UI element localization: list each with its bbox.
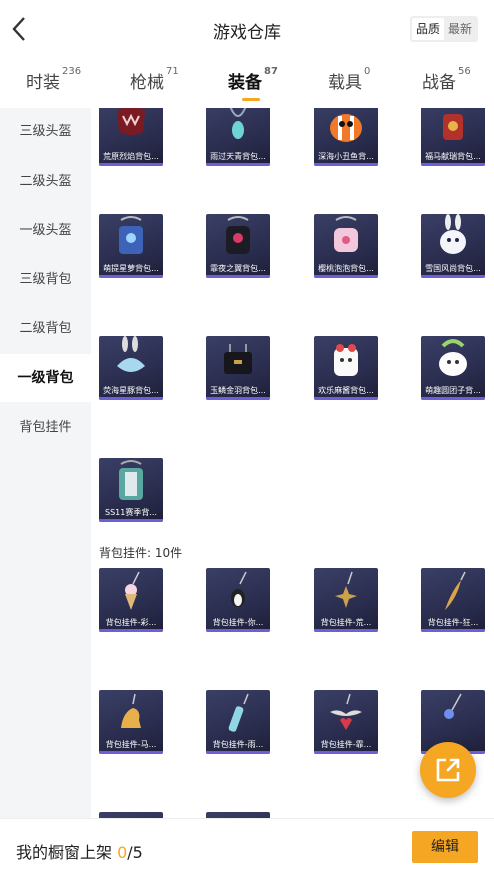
gem-charm-icon bbox=[444, 693, 462, 719]
sidebar-item-backpack-1[interactable]: 一级背包 bbox=[0, 354, 91, 402]
bottom-bar: 我的橱窗上架 0/5 编辑 bbox=[0, 818, 494, 875]
sort-toggle[interactable]: 品质 最新 bbox=[409, 16, 478, 42]
card-label: 背包挂件-霏... bbox=[320, 740, 372, 749]
backpack-card[interactable]: 萌趣圆团子背... bbox=[421, 336, 485, 400]
horse-backpack-icon bbox=[443, 114, 463, 140]
black-handbag-icon bbox=[224, 344, 252, 374]
card-label: 萌提星萝背包... bbox=[103, 264, 159, 273]
backpack-card[interactable]: 樱桃泡泡背包... bbox=[314, 214, 378, 278]
backpack-card[interactable]: 欢乐麻酱背包... bbox=[314, 336, 378, 400]
sidebar-item-backpack-charms[interactable]: 背包挂件 bbox=[0, 404, 91, 452]
charm-card[interactable]: 背包挂件-荒... bbox=[314, 568, 378, 632]
clownfish-backpack-icon bbox=[330, 114, 362, 142]
card-label: 福马献瑞背包... bbox=[425, 152, 481, 161]
backpack-card[interactable]: 雨过天青背包... bbox=[206, 108, 270, 166]
backpack-card[interactable]: 福马献瑞背包... bbox=[421, 108, 485, 166]
tab-combat-supplies[interactable]: 战备56 bbox=[422, 66, 471, 93]
bat-heart-charm-icon bbox=[330, 693, 362, 730]
backpack-card[interactable]: 雪国风尚背包... bbox=[421, 214, 485, 278]
edit-button[interactable]: 编辑 bbox=[412, 831, 478, 863]
backpack-card[interactable]: 深海小丑鱼背... bbox=[314, 108, 378, 166]
header: 游戏仓库 品质 最新 bbox=[0, 0, 494, 58]
card-label: 欢乐麻酱背包... bbox=[318, 386, 374, 395]
card-label: 雨过天青背包... bbox=[210, 152, 266, 161]
sidebar-item-helmet-1[interactable]: 一级头盔 bbox=[0, 207, 91, 255]
card-label: 荧海星豚背包... bbox=[103, 386, 159, 395]
card-label: 霏夜之翼背包... bbox=[210, 264, 266, 273]
backpack-card[interactable]: 玉鳞金羽背包... bbox=[206, 336, 270, 400]
card-label: 萌趣圆团子背... bbox=[425, 386, 481, 395]
card-label: 背包挂件-彩... bbox=[105, 618, 157, 627]
sort-latest[interactable]: 最新 bbox=[444, 18, 476, 40]
backpack-card[interactable]: 荒原烈焰背包... bbox=[99, 108, 163, 166]
sesame-bunny-backpack-icon bbox=[334, 344, 358, 376]
bunny-backpack-icon bbox=[440, 214, 466, 254]
share-button[interactable] bbox=[420, 742, 476, 798]
charm-card[interactable]: 背包挂件-霏... bbox=[314, 690, 378, 754]
sort-quality[interactable]: 品质 bbox=[411, 18, 444, 40]
ss11-backpack-icon bbox=[119, 460, 143, 500]
item-grid: 荒原烈焰背包... 雨过天青背包... 深海小丑鱼背... 福马献瑞背包... … bbox=[91, 108, 494, 818]
blue-robot-backpack-icon bbox=[119, 216, 143, 254]
black-pink-backpack-icon bbox=[226, 216, 250, 254]
category-tabs: 时装236 枪械71 装备87 载具0 战备56 bbox=[0, 58, 494, 108]
showcase-count: 我的橱窗上架 0/5 bbox=[16, 843, 143, 862]
pink-bubble-backpack-icon bbox=[334, 216, 358, 252]
external-link-icon bbox=[436, 758, 460, 782]
feather-charm-icon bbox=[445, 571, 466, 610]
dumpling-backpack-icon bbox=[439, 339, 467, 376]
sidebar-item-backpack-3[interactable]: 三级背包 bbox=[0, 256, 91, 304]
backpack-card[interactable]: SS11赛季背... bbox=[99, 458, 163, 522]
card-label: 樱桃泡泡背包... bbox=[318, 264, 374, 273]
charm-card[interactable]: 背包挂件-你... bbox=[206, 568, 270, 632]
backpack-card[interactable]: 霏夜之翼背包... bbox=[206, 214, 270, 278]
card-label: 雪国风尚背包... bbox=[425, 264, 481, 273]
horse-charm-icon bbox=[121, 693, 141, 728]
red-demon-backpack-icon bbox=[117, 108, 145, 135]
backpack-card[interactable]: 萌提星萝背包... bbox=[99, 214, 163, 278]
teal-gem-backpack-icon bbox=[229, 108, 247, 139]
charm-card[interactable]: 背包挂件-马... bbox=[99, 690, 163, 754]
card-label: 背包挂件-你... bbox=[212, 618, 264, 627]
charm-card[interactable]: 背包挂件-狂... bbox=[421, 568, 485, 632]
card-label: 背包挂件-雨... bbox=[212, 740, 264, 749]
card-label: 背包挂件-荒... bbox=[320, 618, 372, 627]
sidebar-item-helmet-3[interactable]: 三级头盔 bbox=[0, 108, 91, 156]
spiky-charm-icon bbox=[335, 571, 357, 608]
sidebar-item-helmet-2[interactable]: 二级头盔 bbox=[0, 158, 91, 206]
tab-vehicles[interactable]: 载具0 bbox=[328, 66, 370, 93]
charms-section-title: 背包挂件: 10件 bbox=[99, 546, 183, 560]
card-label: 背包挂件-狂... bbox=[427, 618, 479, 627]
tab-equipment[interactable]: 装备87 bbox=[228, 66, 278, 101]
sidebar-item-backpack-2[interactable]: 二级背包 bbox=[0, 305, 91, 353]
card-label: 深海小丑鱼背... bbox=[318, 152, 374, 161]
penguin-charm-icon bbox=[231, 571, 247, 607]
tab-active-indicator bbox=[242, 98, 260, 101]
card-label: 背包挂件-马... bbox=[105, 740, 157, 749]
crystal-charm-icon bbox=[228, 693, 249, 732]
card-label: 玉鳞金羽背包... bbox=[210, 386, 266, 395]
tab-firearms[interactable]: 枪械71 bbox=[130, 66, 179, 93]
sidebar: 三级头盔 二级头盔 一级头盔 三级背包 二级背包 一级背包 背包挂件 bbox=[0, 108, 91, 818]
icecream-charm-icon bbox=[125, 571, 140, 610]
tab-fashion[interactable]: 时装236 bbox=[26, 66, 81, 93]
charm-card[interactable]: 背包挂件-彩... bbox=[99, 568, 163, 632]
backpack-card[interactable]: 荧海星豚背包... bbox=[99, 336, 163, 400]
charm-card[interactable]: 背包挂件-雨... bbox=[206, 690, 270, 754]
card-label: 荒原烈焰背包... bbox=[103, 152, 159, 161]
card-label: SS11赛季背... bbox=[105, 508, 157, 517]
dolphin-backpack-icon bbox=[117, 336, 145, 372]
